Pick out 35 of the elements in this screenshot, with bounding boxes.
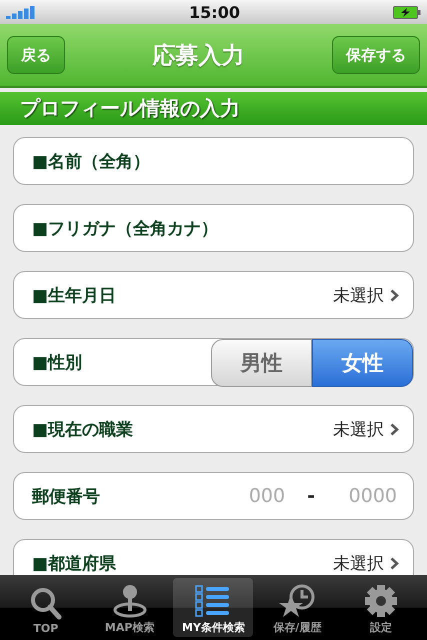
battery-icon [393, 6, 421, 18]
field-label: ■生年月日 [32, 284, 118, 306]
chevron-icon [390, 422, 399, 436]
star-clock-icon [278, 584, 316, 618]
input-field[interactable]: 0000 [335, 484, 399, 508]
tab-item[interactable]: TOP [6, 578, 86, 637]
signal-icon [6, 6, 36, 18]
tab-item[interactable]: MAP検索 [90, 578, 170, 637]
input-field[interactable]: 000 [239, 484, 288, 508]
tab-item[interactable]: 保存/履歴 [257, 578, 338, 637]
field-value: 未選択 [333, 284, 384, 306]
chevron-icon [390, 288, 399, 302]
checklist-icon [195, 584, 232, 618]
field-label: ■現在の職業 [32, 418, 134, 440]
map-pin-icon [112, 584, 147, 618]
chevron-icon [390, 556, 399, 570]
search-icon [28, 586, 63, 620]
field-value: 未選択 [333, 418, 384, 440]
tab-item[interactable]: MY条件検索 [173, 578, 254, 637]
tab-item[interactable]: 設定 [341, 578, 422, 637]
clock-time: 15:00 [189, 2, 240, 22]
field-label: 郵便番号 [32, 486, 101, 508]
segment-option[interactable]: 男性 [211, 339, 312, 387]
input-field[interactable]: ■名前（全角） [13, 137, 414, 185]
select-row[interactable]: ■生年月日 未選択 [13, 271, 414, 319]
select-row[interactable]: ■現在の職業 未選択 [13, 405, 414, 453]
field-value: 未選択 [333, 552, 384, 574]
separator: - [307, 485, 315, 507]
select-row[interactable]: ■都道府県 未選択 [13, 539, 414, 575]
field-label: ■都道府県 [32, 552, 118, 574]
section-title: プロフィール情報の入力 [20, 95, 240, 122]
settings-icon [364, 584, 398, 618]
input-field[interactable]: ■フリガナ（全角カナ） [13, 204, 414, 252]
field-label: ■性別 [32, 352, 84, 374]
page-title: 応募入力 [152, 42, 244, 70]
